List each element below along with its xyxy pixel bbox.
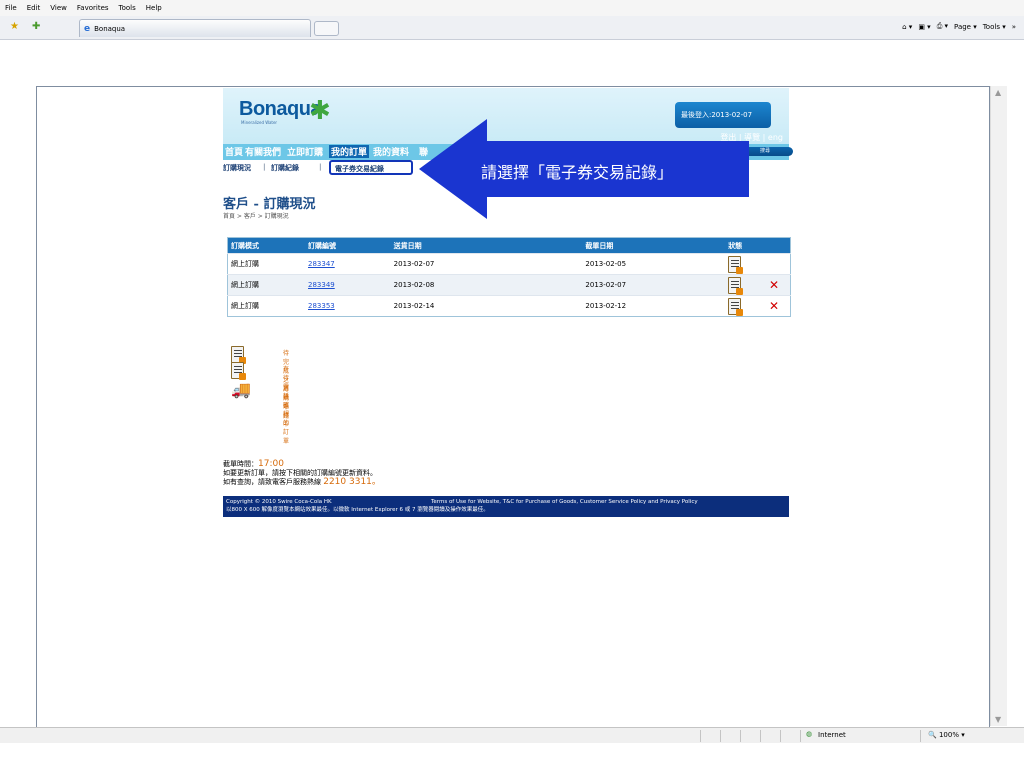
page-title: 客戶 - 訂購現況 <box>223 197 316 212</box>
page-menu-button[interactable]: Page ▾ <box>954 22 977 31</box>
logo-subtitle: Mineralized Water <box>241 120 278 125</box>
tools-menu-button[interactable]: Tools ▾ <box>983 22 1006 31</box>
subnav-order-status[interactable]: 訂購現況 <box>223 163 251 173</box>
menu-edit[interactable]: Edit <box>27 4 41 12</box>
globe-icon: ◍ <box>806 730 813 738</box>
cancel-order-icon[interactable]: ✕ <box>769 299 779 313</box>
add-favorite-icon[interactable]: ✚ <box>32 21 40 32</box>
footer-notes: 截單時間：17:00 如要更新訂單，請按下相關的訂購編號更新資料。 如有查詢，請… <box>223 460 381 487</box>
table-row: 網上訂購 283349 2013-02-08 2013-02-07 ✕ <box>227 274 791 296</box>
scroll-down-icon[interactable]: ▼ <box>995 715 1001 724</box>
nav-my-info[interactable]: 我的資料 <box>373 145 409 158</box>
cancel-order-icon[interactable]: ✕ <box>769 278 779 292</box>
pending-order-icon[interactable] <box>728 276 744 295</box>
col-order-id: 訂購編號 <box>305 237 391 254</box>
col-cutoff: 截單日期 <box>582 237 726 254</box>
hotline-number: 2210 3311。 <box>323 477 381 487</box>
breadcrumb: 首頁 > 客戶 > 訂購現況 <box>223 213 289 220</box>
order-id-link[interactable]: 283353 <box>308 302 335 310</box>
resolution-note: 以800 X 600 解像度瀏覽本網站效果最佳。以微軟 Internet Exp… <box>226 507 489 513</box>
menu-bar: File Edit View Favorites Tools Help <box>0 0 1024 16</box>
command-bar: ★ ✚ e Bonaqua ⌂ ▾ ▣ ▾ ⎙ ▾ Page ▾ Tools ▾… <box>0 16 1024 40</box>
vertical-scrollbar[interactable]: ▲ ▼ <box>990 86 1007 726</box>
col-status: 狀態 <box>725 237 766 254</box>
copyright-text: Copyright © 2010 Swire Coca-Cola HK <box>226 499 332 505</box>
delivery-truck-icon: 🚚 <box>231 380 251 399</box>
nav-about[interactable]: 有關我們 <box>245 145 281 158</box>
command-tools: ⌂ ▾ ▣ ▾ ⎙ ▾ Page ▾ Tools ▾ » <box>902 22 1016 31</box>
scroll-up-icon[interactable]: ▲ <box>995 88 1001 97</box>
pending-order-icon[interactable] <box>728 255 744 274</box>
terms-links[interactable]: Terms of Use for Website, T&C for Purcha… <box>431 498 698 506</box>
cutoff-date: 2013-02-12 <box>582 295 726 317</box>
orders-table: 訂購模式 訂購編號 送貨日期 截單日期 狀態 網上訂購 283347 2013-… <box>227 237 791 317</box>
chevron-more-icon[interactable]: » <box>1012 22 1016 31</box>
order-id-link[interactable]: 283347 <box>308 260 335 268</box>
order-mode: 網上訂購 <box>227 253 305 275</box>
subnav-evoucher-history[interactable]: 電子券交易紀錄 <box>329 160 413 175</box>
cutoff-date: 2013-02-05 <box>582 253 726 275</box>
menu-file[interactable]: File <box>5 4 17 12</box>
cutoff-time-label: 截單時間： <box>223 460 258 468</box>
nav-home[interactable]: 首頁 <box>225 145 243 158</box>
table-header-row: 訂購模式 訂購編號 送貨日期 截單日期 狀態 <box>227 237 791 254</box>
cutoff-time: 17:00 <box>258 459 284 469</box>
feeds-icon[interactable]: ▣ ▾ <box>918 22 930 31</box>
phone-confirm-order-icon <box>231 362 246 380</box>
favorites-star-icon[interactable]: ★ <box>10 21 19 32</box>
delivery-date: 2013-02-14 <box>390 295 583 317</box>
nav-order-now[interactable]: 立即訂購 <box>287 145 323 158</box>
nav-my-orders[interactable]: 我的訂單 <box>329 145 370 158</box>
bonaqua-logo[interactable]: Bonaqua ✱ Mineralized Water <box>233 92 343 136</box>
home-icon[interactable]: ⌂ ▾ <box>902 22 912 31</box>
order-mode: 網上訂購 <box>227 274 305 296</box>
delivery-date: 2013-02-08 <box>390 274 583 296</box>
last-login-text: 最後登入:2013-02-07 <box>681 111 753 119</box>
order-id-link[interactable]: 283349 <box>308 281 335 289</box>
new-tab-button[interactable] <box>314 21 339 36</box>
table-row: 網上訂購 283347 2013-02-07 2013-02-05 <box>227 253 791 275</box>
col-delivery: 送貨日期 <box>390 237 583 254</box>
footer-bar: Copyright © 2010 Swire Coca-Cola HK Term… <box>223 496 789 517</box>
status-bar: ◍ Internet 🔍 100% ▾ <box>0 727 1024 743</box>
hotline-note: 如有查詢，請致電客戶服務熱線 <box>223 478 324 486</box>
logo-star-icon: ✱ <box>309 96 331 126</box>
tab-title: Bonaqua <box>94 24 126 33</box>
pending-order-icon <box>231 346 246 364</box>
menu-tools[interactable]: Tools <box>119 4 136 12</box>
cutoff-date: 2013-02-07 <box>582 274 726 296</box>
browser-tab-bonaqua[interactable]: e Bonaqua <box>79 19 311 37</box>
pending-order-icon[interactable] <box>728 297 744 316</box>
col-mode: 訂購模式 <box>227 237 305 254</box>
menu-view[interactable]: View <box>50 4 67 12</box>
legend-label: 送貨進行中 <box>283 385 290 428</box>
delivery-date: 2013-02-07 <box>390 253 583 275</box>
order-mode: 網上訂購 <box>227 295 305 317</box>
callout-text: 請選擇「電子券交易記錄」 <box>481 163 674 182</box>
ie-page-icon: e <box>84 23 91 34</box>
print-icon[interactable]: ⎙ ▾ <box>937 22 948 31</box>
subnav-order-history[interactable]: 訂購紀錄 <box>271 163 299 173</box>
table-row: 網上訂購 283353 2013-02-14 2013-02-12 ✕ <box>227 295 791 317</box>
security-zone: Internet <box>818 731 846 739</box>
menu-help[interactable]: Help <box>146 4 162 12</box>
menu-favorites[interactable]: Favorites <box>77 4 109 12</box>
zoom-level[interactable]: 🔍 100% ▾ <box>928 731 965 739</box>
